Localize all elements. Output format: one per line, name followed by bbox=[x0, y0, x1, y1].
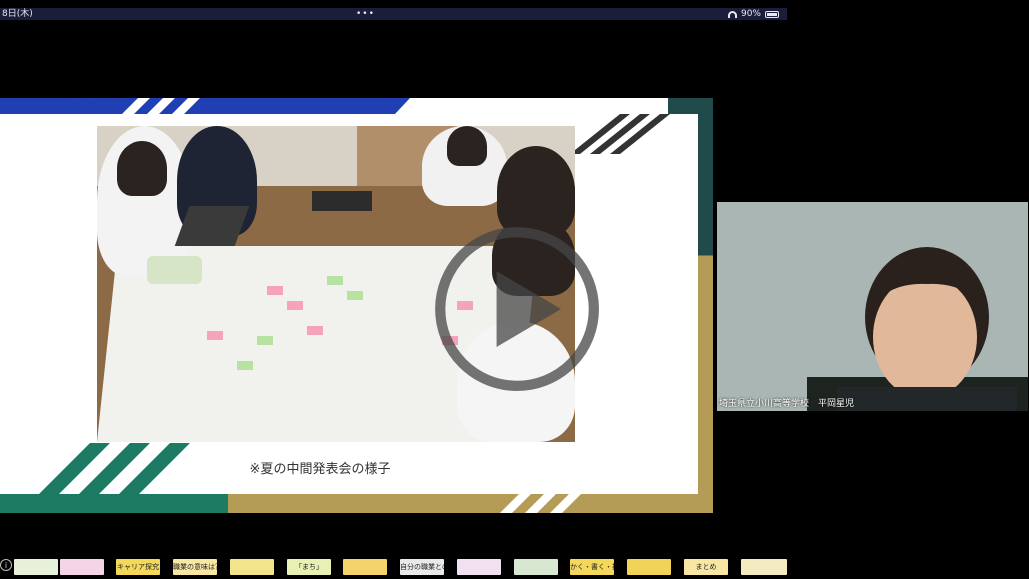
wifi-icon bbox=[727, 10, 737, 18]
slide-bottom-stripes bbox=[20, 443, 602, 513]
slide-thumbnail[interactable]: まとめ bbox=[684, 559, 728, 575]
slide-thumbnail[interactable]: キャリア探究 bbox=[116, 559, 160, 575]
participant-name: 埼玉県立小川高等学校 平岡星児 bbox=[719, 399, 855, 409]
shared-slide: ※夏の中間発表会の様子 bbox=[0, 98, 713, 513]
slide-thumbnail[interactable]: 職業の意味は？ bbox=[173, 559, 217, 575]
slide-thumbnail[interactable] bbox=[230, 559, 274, 575]
slide-thumbnail[interactable]: 「まち」 bbox=[287, 559, 331, 575]
slide-thumbnail[interactable] bbox=[14, 559, 58, 575]
slide-thumbnail[interactable] bbox=[457, 559, 501, 575]
slide-thumbnail[interactable]: かく・書く・描く bbox=[570, 559, 614, 575]
slide-thumbnail[interactable]: 自分の職業とのつながりを考える bbox=[400, 559, 444, 575]
participant-avatar bbox=[717, 202, 1028, 411]
play-icon[interactable] bbox=[430, 222, 600, 392]
slide-thumbnail[interactable] bbox=[741, 559, 787, 575]
status-time: 8日(木) bbox=[2, 9, 33, 19]
screen: 8日(木) ••• 90% ※夏の中間発表会の様子 埼玉県立小川高等学校 平岡星… bbox=[0, 0, 1029, 579]
participant-video[interactable]: 埼玉県立小川高等学校 平岡星児 bbox=[717, 202, 1028, 411]
slide-thumbnail[interactable] bbox=[60, 559, 104, 575]
slide-right-stripes bbox=[570, 114, 670, 154]
status-right: 90% bbox=[727, 8, 779, 20]
slide-thumbnail[interactable] bbox=[627, 559, 671, 575]
slide-thumbnail[interactable] bbox=[514, 559, 558, 575]
slide-thumbnail[interactable] bbox=[343, 559, 387, 575]
status-bar: 8日(木) ••• 90% bbox=[0, 8, 787, 20]
battery-icon bbox=[765, 10, 779, 18]
slide-thumbnail-strip: キャリア探究職業の意味は？ 「まち」 自分の職業とのつながりを考える かく・書く・描く… bbox=[0, 559, 1029, 575]
battery-percent: 90% bbox=[740, 9, 761, 19]
slide-caption: ※夏の中間発表会の様子 bbox=[249, 462, 391, 477]
multitask-dots[interactable]: ••• bbox=[356, 8, 375, 20]
